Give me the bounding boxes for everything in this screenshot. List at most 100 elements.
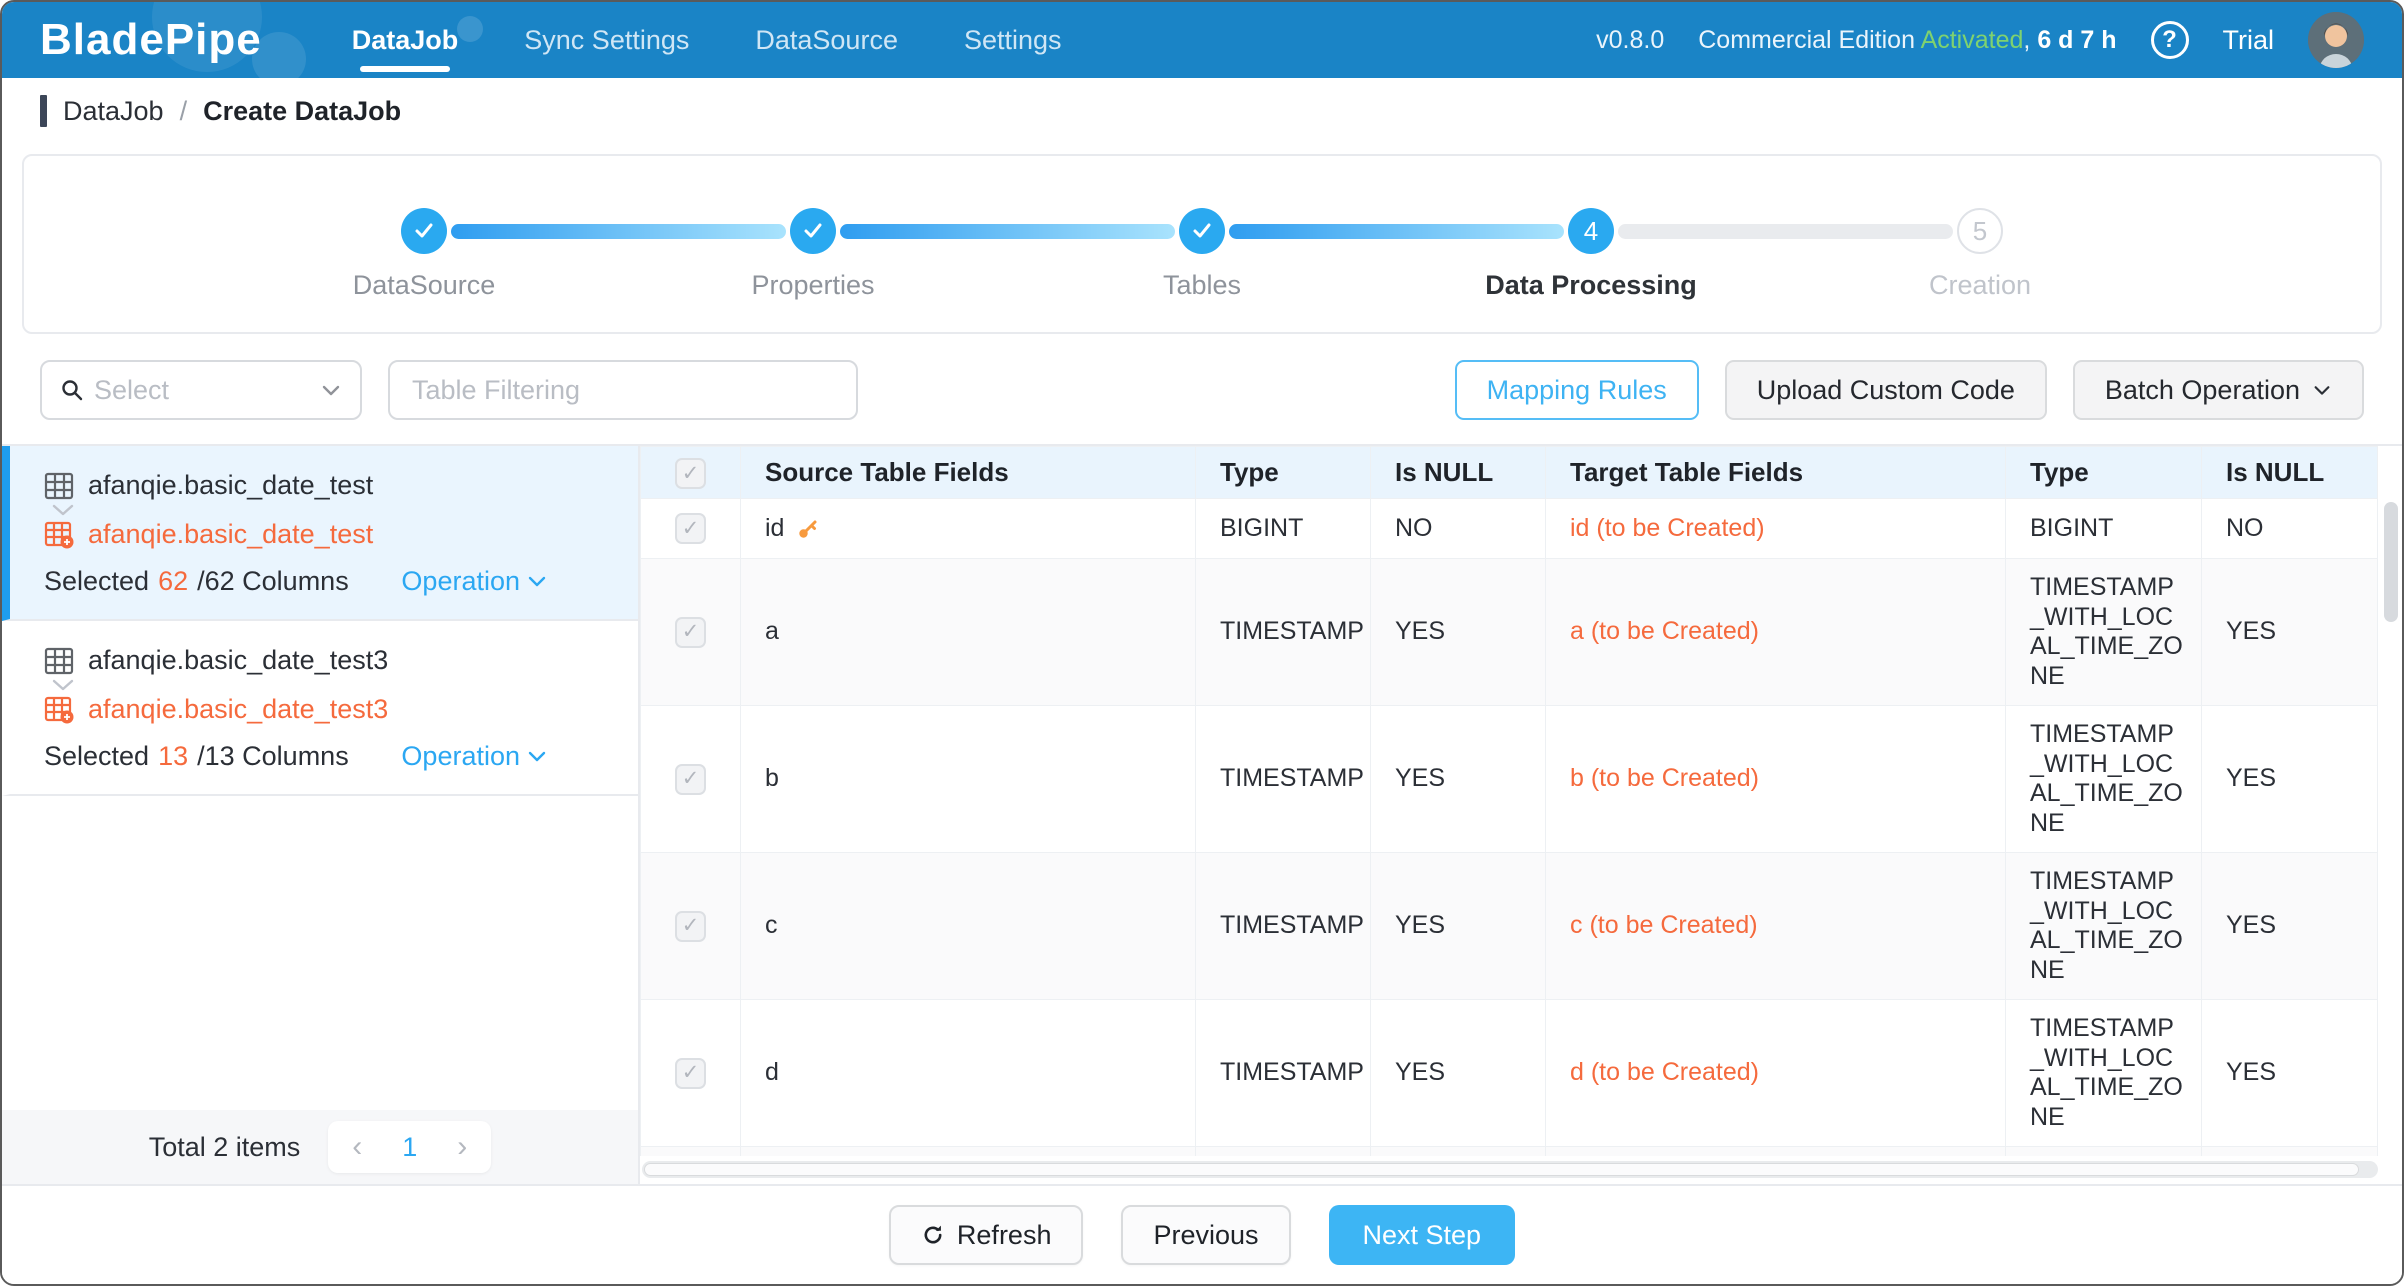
target-table-add-icon bbox=[44, 696, 74, 724]
target-isnull-cell: YES bbox=[2202, 853, 2378, 1000]
breadcrumb-parent[interactable]: DataJob bbox=[63, 96, 164, 127]
step-check-icon bbox=[401, 208, 447, 254]
row-checkbox[interactable] bbox=[675, 617, 706, 648]
step-tables: Tables bbox=[1179, 208, 1225, 254]
toolbar: Mapping Rules Upload Custom Code Batch O… bbox=[40, 360, 2364, 420]
current-page-button[interactable]: 1 bbox=[386, 1127, 433, 1167]
chevron-down-icon bbox=[2312, 380, 2332, 400]
target-isnull-cell: YES bbox=[2202, 706, 2378, 853]
header-source-fields: Source Table Fields bbox=[741, 447, 1196, 499]
table-icon bbox=[44, 472, 74, 500]
horizontal-scrollbar-thumb[interactable] bbox=[644, 1163, 2359, 1176]
selected-word: Selected bbox=[44, 566, 149, 597]
target-type-cell: TIMESTAMP_WITH_LOCAL_TIME_ZONE bbox=[2006, 1000, 2202, 1147]
next-page-button[interactable]: › bbox=[443, 1127, 481, 1167]
selected-count: 62 bbox=[158, 566, 188, 597]
step-properties: Properties bbox=[790, 208, 836, 254]
operation-label: Operation bbox=[401, 566, 520, 597]
source-isnull-cell: YES bbox=[1371, 1000, 1546, 1147]
target-type-cell: TIMESTAMP_WITH_LOCAL_TIME_ZONE bbox=[2006, 853, 2202, 1000]
table-row[interactable]: a TIMESTAMP YES a (to be Created) TIMEST… bbox=[641, 559, 2378, 706]
next-step-button[interactable]: Next Step bbox=[1329, 1205, 1516, 1265]
target-isnull-cell: YES bbox=[2202, 1000, 2378, 1147]
nav-item-sync-settings[interactable]: Sync Settings bbox=[524, 2, 689, 78]
header-target-isnull: Is NULL bbox=[2202, 447, 2378, 499]
operation-dropdown[interactable]: Operation bbox=[401, 566, 546, 597]
row-checkbox[interactable] bbox=[675, 911, 706, 942]
vertical-scrollbar-thumb[interactable] bbox=[2384, 502, 2398, 622]
select-input[interactable] bbox=[94, 375, 310, 406]
nav-item-settings[interactable]: Settings bbox=[964, 2, 1062, 78]
source-field-cell: id bbox=[741, 499, 1196, 559]
main-nav: DataJob Sync Settings DataSource Setting… bbox=[352, 2, 1062, 78]
row-checkbox[interactable] bbox=[675, 1058, 706, 1089]
field-mapping-table-container: Source Table Fields Type Is NULL Target … bbox=[640, 446, 2378, 1156]
source-isnull-cell: YES bbox=[1371, 559, 1546, 706]
target-isnull-cell: YES bbox=[2202, 1147, 2378, 1157]
table-filter-box[interactable] bbox=[388, 360, 858, 420]
avatar-illustration bbox=[2308, 12, 2364, 68]
refresh-icon bbox=[921, 1223, 945, 1247]
top-navbar: BladePipe DataJob Sync Settings DataSour… bbox=[2, 2, 2402, 78]
chevron-down-icon bbox=[528, 751, 546, 763]
source-table-name: afanqie.basic_date_test bbox=[88, 470, 373, 501]
nav-item-datasource[interactable]: DataSource bbox=[755, 2, 898, 78]
table-mapping-item-2[interactable]: afanqie.basic_date_test3 afanqie.basic_d… bbox=[2, 621, 638, 796]
table-filter-input[interactable] bbox=[412, 375, 834, 406]
user-avatar[interactable] bbox=[2308, 12, 2364, 68]
table-list-panel: afanqie.basic_date_test afanqie.basic_da… bbox=[2, 446, 640, 1184]
source-isnull-cell: YES bbox=[1371, 706, 1546, 853]
mapping-rules-button[interactable]: Mapping Rules bbox=[1455, 360, 1699, 420]
nav-item-datajob[interactable]: DataJob bbox=[352, 2, 459, 78]
source-field-cell: a bbox=[741, 559, 1196, 706]
bladepipe-logo: BladePipe bbox=[40, 15, 262, 65]
refresh-button[interactable]: Refresh bbox=[889, 1205, 1084, 1265]
table-row[interactable]: d TIMESTAMP YES d (to be Created) TIMEST… bbox=[641, 1000, 2378, 1147]
source-type-cell: TIMESTAMP bbox=[1196, 1147, 1371, 1157]
table-mapping-item-1[interactable]: afanqie.basic_date_test afanqie.basic_da… bbox=[2, 446, 638, 621]
table-row[interactable]: c TIMESTAMP YES c (to be Created) TIMEST… bbox=[641, 853, 2378, 1000]
previous-button[interactable]: Previous bbox=[1121, 1205, 1290, 1265]
step-connector bbox=[451, 224, 786, 239]
source-isnull-cell: NO bbox=[1371, 499, 1546, 559]
prev-page-button[interactable]: ‹ bbox=[338, 1127, 376, 1167]
horizontal-scrollbar[interactable] bbox=[642, 1161, 2378, 1178]
select-dropdown[interactable] bbox=[40, 360, 362, 420]
step-label: Data Processing bbox=[1485, 270, 1697, 301]
step-creation: 5 Creation bbox=[1957, 208, 2003, 254]
version-label: v0.8.0 bbox=[1596, 26, 1664, 55]
row-checkbox[interactable] bbox=[675, 764, 706, 795]
target-table-name: afanqie.basic_date_test bbox=[88, 519, 373, 550]
table-row[interactable]: e TIMESTAMP YES e (to be Created) TIMEST… bbox=[641, 1147, 2378, 1157]
step-connector bbox=[840, 224, 1175, 239]
target-table-add-icon bbox=[44, 521, 74, 549]
batch-operation-button[interactable]: Batch Operation bbox=[2073, 360, 2364, 420]
step-number: 4 bbox=[1568, 208, 1614, 254]
step-connector bbox=[1618, 224, 1953, 239]
source-isnull-cell: YES bbox=[1371, 1147, 1546, 1157]
batch-operation-label: Batch Operation bbox=[2105, 375, 2300, 406]
table-row[interactable]: id BIGINT NO id (to be Created) BIGINT N… bbox=[641, 499, 2378, 559]
select-all-checkbox[interactable] bbox=[675, 458, 706, 489]
target-field-cell: a (to be Created) bbox=[1546, 559, 2006, 706]
field-mapping-area: Source Table Fields Type Is NULL Target … bbox=[640, 446, 2402, 1184]
target-type-cell: TIMESTAMP_WITH_LOCAL_TIME_ZONE bbox=[2006, 1147, 2202, 1157]
operation-dropdown[interactable]: Operation bbox=[401, 741, 546, 772]
selected-total: /62 Columns bbox=[197, 566, 349, 597]
field-mapping-rows: id BIGINT NO id (to be Created) BIGINT N… bbox=[641, 499, 2378, 1157]
step-check-icon bbox=[1179, 208, 1225, 254]
source-field-cell: d bbox=[741, 1000, 1196, 1147]
breadcrumb-accent-bar bbox=[40, 95, 47, 127]
source-field-cell: c bbox=[741, 853, 1196, 1000]
chevron-down-icon bbox=[50, 678, 76, 692]
source-field-name: id bbox=[765, 514, 784, 544]
help-icon[interactable]: ? bbox=[2151, 21, 2189, 59]
source-type-cell: TIMESTAMP bbox=[1196, 1000, 1371, 1147]
table-row[interactable]: b TIMESTAMP YES b (to be Created) TIMEST… bbox=[641, 706, 2378, 853]
chevron-down-icon bbox=[50, 503, 76, 517]
breadcrumb-separator: / bbox=[180, 96, 188, 127]
vertical-scrollbar[interactable] bbox=[2384, 502, 2398, 1152]
upload-custom-code-button[interactable]: Upload Custom Code bbox=[1725, 360, 2047, 420]
row-checkbox[interactable] bbox=[675, 513, 706, 544]
trial-link[interactable]: Trial bbox=[2223, 25, 2275, 56]
